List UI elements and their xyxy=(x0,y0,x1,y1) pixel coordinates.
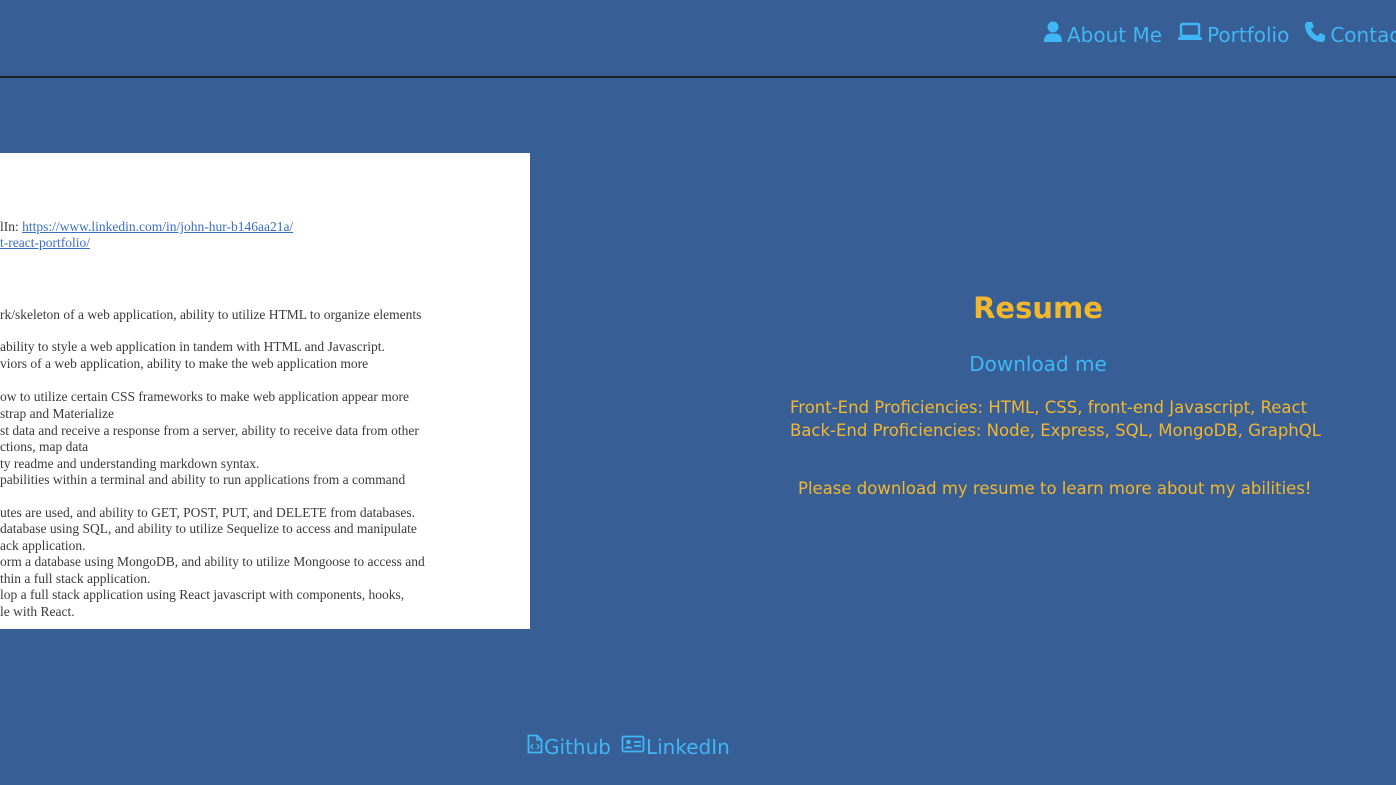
resume-title: Resume xyxy=(973,291,1103,325)
user-icon xyxy=(1043,21,1067,48)
resume-line: ty readme and understanding markdown syn… xyxy=(0,456,260,471)
linkedin-label: LinkedIn xyxy=(645,734,730,759)
github-label: Github xyxy=(544,734,611,759)
download-resume-link[interactable]: Download me xyxy=(838,352,1238,376)
resume-line: thin a full stack application. xyxy=(0,571,151,586)
resume-line: utes are used, and ability to GET, POST,… xyxy=(0,505,416,520)
github-link[interactable]: Github xyxy=(527,734,611,759)
header: About Me Portfolio Contact xyxy=(0,0,1396,78)
nav-portfolio-label: Portfolio xyxy=(1207,22,1290,47)
id-card-icon xyxy=(621,734,646,759)
nav-contact[interactable]: Contact xyxy=(1304,21,1396,48)
resume-line: ack application. xyxy=(0,538,86,553)
main-nav: About Me Portfolio Contact xyxy=(1043,21,1396,48)
nav-about-me[interactable]: About Me xyxy=(1043,21,1162,48)
file-code-icon xyxy=(527,734,544,759)
resume-line: ow to utilize certain CSS frameworks to … xyxy=(0,389,409,404)
resume-line: lop a full stack application using React… xyxy=(0,587,405,602)
portfolio-url-link[interactable]: t-react-portfolio/ xyxy=(0,235,90,250)
resume-line: strap and Materialize xyxy=(0,406,114,421)
resume-line: database using SQL, and ability to utili… xyxy=(0,521,417,536)
resume-line: t-react-portfolio/ xyxy=(0,235,90,251)
back-end-proficiencies: Back-End Proficiencies: Node, Express, S… xyxy=(790,421,1321,440)
resume-line: le with React. xyxy=(0,604,75,619)
resume-line: st data and receive a response from a se… xyxy=(0,423,419,438)
resume-preview-image: lIn: https://www.linkedin.com/in/john-hu… xyxy=(0,153,530,629)
resume-line: lIn: https://www.linkedin.com/in/john-hu… xyxy=(0,219,293,235)
resume-line: ctions, map data xyxy=(0,439,89,454)
download-note: Please download my resume to learn more … xyxy=(798,479,1312,498)
nav-contact-label: Contact xyxy=(1330,22,1396,47)
resume-line: ability to style a web application in ta… xyxy=(0,339,385,354)
resume-line: viors of a web application, ability to m… xyxy=(0,356,369,371)
nav-portfolio[interactable]: Portfolio xyxy=(1177,22,1289,47)
page: About Me Portfolio Contact xyxy=(0,0,1396,785)
resume-line: rk/skeleton of a web application, abilit… xyxy=(0,307,422,322)
footer: Github LinkedIn xyxy=(527,734,740,759)
laptop-icon xyxy=(1177,22,1207,47)
resume-line-prefix: lIn: xyxy=(0,219,23,234)
nav-about-me-label: About Me xyxy=(1067,22,1163,47)
linkedin-url-link[interactable]: https://www.linkedin.com/in/john-hur-b14… xyxy=(22,219,293,234)
phone-icon xyxy=(1304,21,1330,48)
resume-line: pabilities within a terminal and ability… xyxy=(0,472,406,487)
linkedin-link[interactable]: LinkedIn xyxy=(621,734,730,759)
front-end-proficiencies: Front-End Proficiencies: HTML, CSS, fron… xyxy=(790,398,1308,417)
resume-line: orm a database using MongoDB, and abilit… xyxy=(0,554,425,569)
